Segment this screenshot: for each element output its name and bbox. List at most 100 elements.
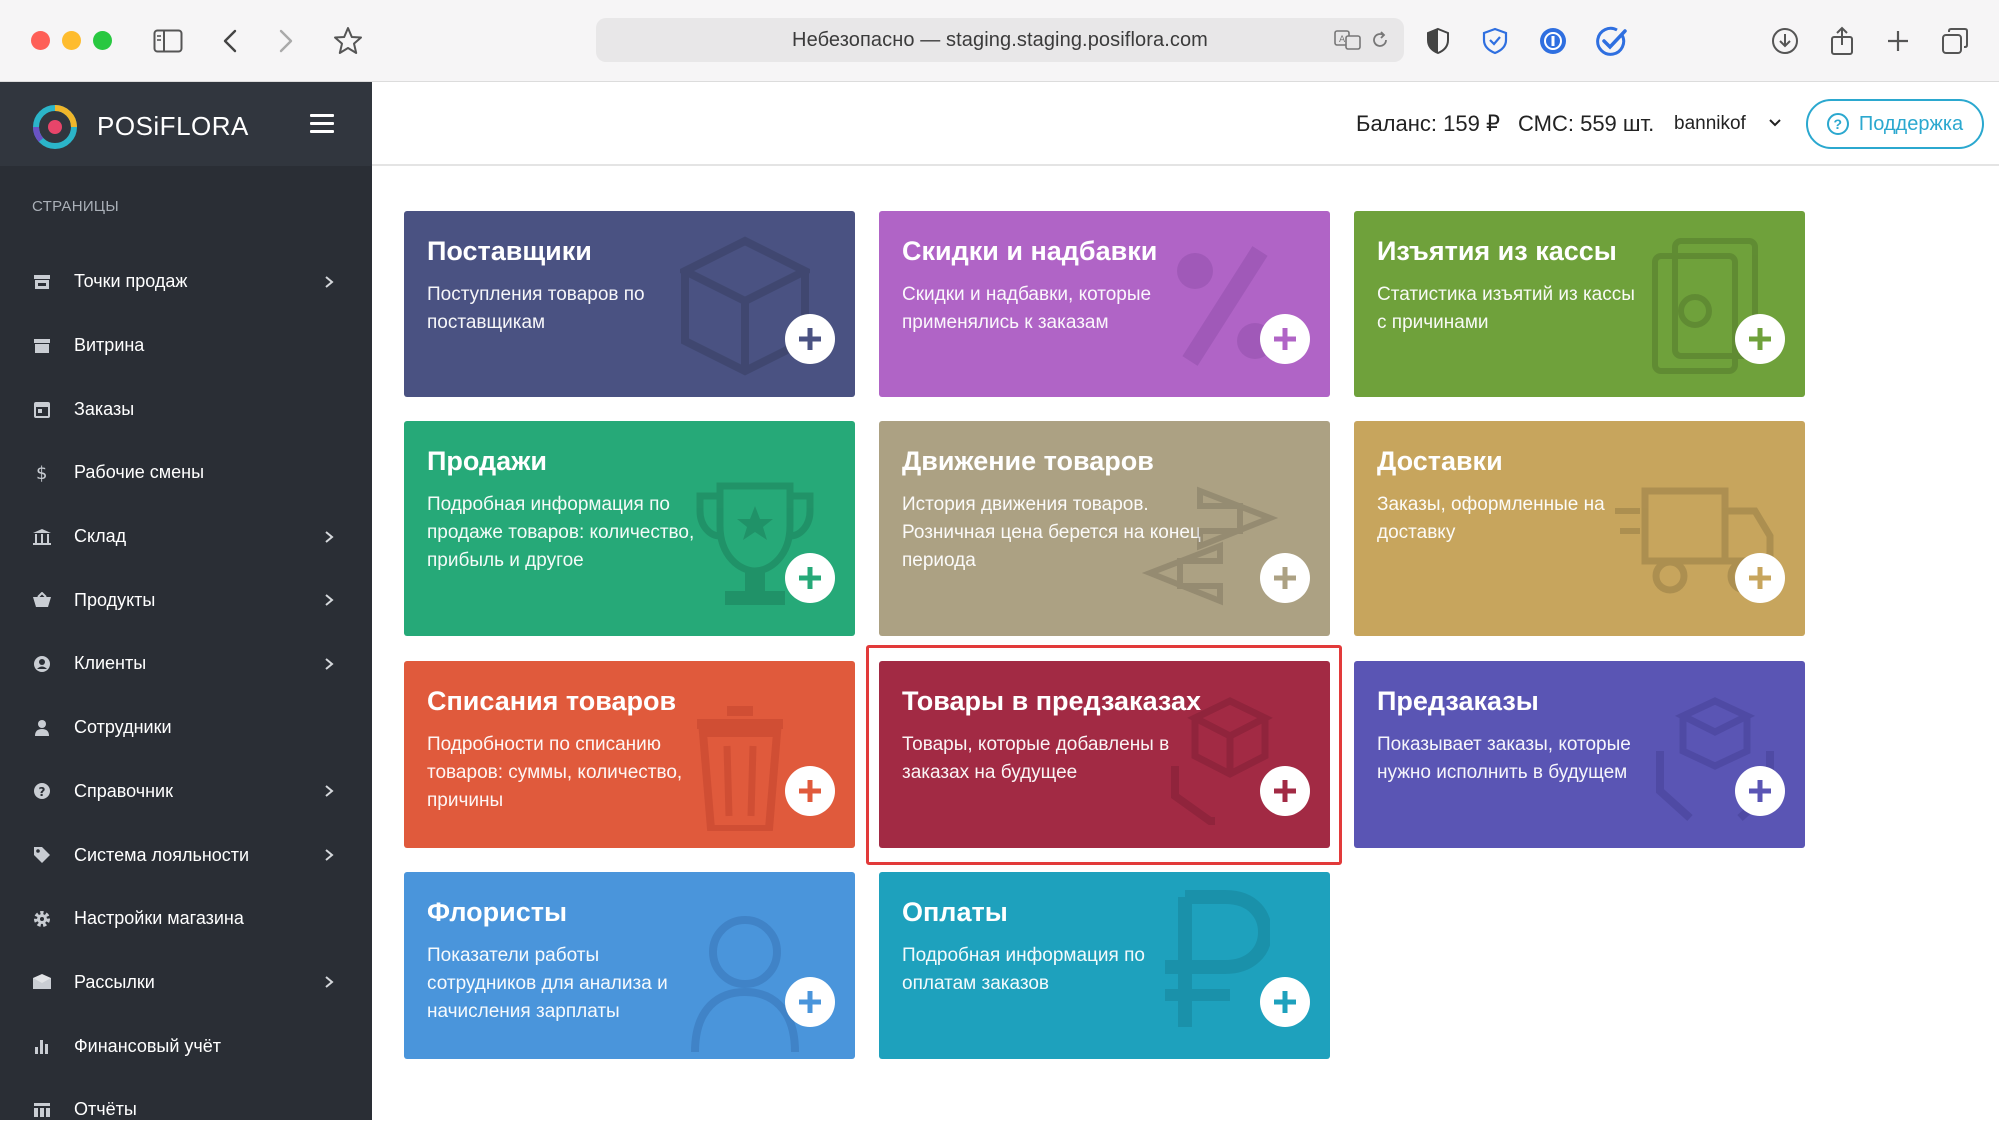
zoom-window-button[interactable] (93, 31, 112, 50)
tab-overview-icon[interactable] (1937, 23, 1973, 59)
translate-icon[interactable]: A (1334, 26, 1362, 54)
card-title: Оплаты (902, 897, 1008, 927)
chevron-right-icon (325, 976, 334, 989)
sidebar-item-orders[interactable]: Заказы (0, 377, 372, 441)
add-button[interactable] (1260, 977, 1310, 1027)
card-description: Поступления товаров по поставщикам (427, 284, 645, 333)
password-manager-icon[interactable] (1535, 23, 1571, 59)
add-button[interactable] (1260, 314, 1310, 364)
card-suppliers[interactable]: Поставщики Поступления товаров по постав… (404, 211, 855, 397)
chevron-right-icon (325, 530, 334, 543)
sidebar-item-warehouse[interactable]: Склад (0, 505, 372, 569)
dollar-icon: $ (32, 463, 52, 483)
reload-icon[interactable] (1366, 26, 1394, 54)
help-icon: ? (1826, 113, 1849, 135)
hamburger-menu-icon[interactable] (310, 114, 334, 134)
card-preorders[interactable]: Предзаказы Показывает заказы, которые ну… (1354, 661, 1805, 848)
basket-icon (32, 590, 52, 610)
add-button[interactable] (1260, 766, 1310, 816)
user-menu[interactable]: bannikof (1674, 113, 1746, 135)
chevron-right-icon (325, 594, 334, 607)
sidebar-item-showcase[interactable]: Витрина (0, 314, 372, 378)
card-description: Статистика изъятий из кассы с причинами (1377, 284, 1635, 333)
logo-text: POSiFLORA (97, 111, 249, 141)
add-button[interactable] (785, 553, 835, 603)
downloads-icon[interactable] (1767, 23, 1803, 59)
svg-text:$: $ (36, 463, 47, 483)
card-description: Подробности по списанию товаров: суммы, … (427, 734, 683, 811)
sidebar-item-clients[interactable]: Клиенты (0, 632, 372, 696)
back-icon[interactable] (212, 23, 248, 59)
client-icon (32, 654, 52, 674)
chevron-right-icon (325, 658, 334, 670)
bookmark-star-icon[interactable] (330, 23, 366, 59)
add-button[interactable] (785, 766, 835, 816)
close-window-button[interactable] (31, 31, 50, 50)
card-title: Предзаказы (1377, 686, 1539, 716)
share-icon[interactable] (1824, 23, 1860, 59)
sidebar-item-label: Финансовый учёт (74, 1035, 222, 1056)
add-button[interactable] (1735, 314, 1785, 364)
card-title: Доставки (1377, 446, 1503, 476)
sidebar-item-shifts[interactable]: $ Рабочие смены (0, 441, 372, 505)
svg-text:A: A (1339, 35, 1346, 45)
plus-icon (1274, 780, 1296, 802)
sidebar-item-mailings[interactable]: Рассылки (0, 951, 372, 1015)
ruble-icon (1165, 890, 1270, 1027)
sidebar-item-finance[interactable]: Финансовый учёт (0, 1014, 372, 1078)
sidebar-item-employees[interactable]: Сотрудники (0, 696, 372, 760)
question-icon: ? (32, 781, 52, 801)
card-title: Изъятия из кассы (1377, 236, 1617, 266)
card-deliveries[interactable]: Доставки Заказы, оформленные на доставку (1354, 421, 1805, 636)
add-button[interactable] (1735, 553, 1785, 603)
sidebar-item-reference[interactable]: ? Справочник (0, 760, 372, 824)
plus-icon (1749, 328, 1771, 350)
card-description: Показывает заказы, которые нужно исполни… (1377, 734, 1631, 783)
card-title: Поставщики (427, 236, 592, 266)
card-title: Движение товаров (902, 446, 1154, 476)
sidebar-item-label: Сотрудники (74, 717, 172, 738)
shield-icon[interactable] (1420, 23, 1456, 59)
sidebar-item-points-of-sale[interactable]: Точки продаж (0, 250, 372, 314)
task-check-icon[interactable] (1593, 23, 1629, 59)
add-button[interactable] (785, 977, 835, 1027)
sidebar-header: POSiFLORA (0, 82, 372, 166)
minimize-window-button[interactable] (62, 31, 81, 50)
bar-chart-icon (32, 1036, 52, 1056)
card-preorder-goods[interactable]: Товары в предзаказах Товары, которые доб… (879, 661, 1330, 848)
card-description: Подробная информация по оплатам заказов (902, 945, 1145, 994)
table-icon (32, 1100, 52, 1120)
password-shield-icon[interactable] (1477, 23, 1513, 59)
support-button[interactable]: ? Поддержка (1806, 99, 1984, 149)
sidebar-item-store-settings[interactable]: Настройки магазина (0, 887, 372, 951)
sidebar-item-label: Рассылки (74, 971, 155, 992)
card-florists[interactable]: Флористы Показатели работы сотрудников д… (404, 872, 855, 1059)
card-cash-withdrawals[interactable]: Изъятия из кассы Статистика изъятий из к… (1354, 211, 1805, 397)
sidebar-item-label: Клиенты (74, 653, 147, 674)
gear-icon (32, 909, 52, 929)
sidebar-item-reports[interactable]: Отчёты (0, 1078, 372, 1142)
showcase-icon (32, 336, 52, 356)
sidebar-item-products[interactable]: Продукты (0, 568, 372, 632)
card-payments[interactable]: Оплаты Подробная информация по оплатам з… (879, 872, 1330, 1059)
card-goods-movement[interactable]: Движение товаров История движения товаро… (879, 421, 1330, 636)
card-title: Скидки и надбавки (902, 236, 1158, 266)
add-button[interactable] (1260, 553, 1310, 603)
add-button[interactable] (1735, 766, 1785, 816)
svg-text:?: ? (39, 785, 46, 799)
plus-icon (1749, 567, 1771, 589)
card-discounts[interactable]: Скидки и надбавки Скидки и надбавки, кот… (879, 211, 1330, 397)
sidebar-item-loyalty[interactable]: Система лояльности (0, 823, 372, 887)
card-title: Продажи (427, 446, 547, 476)
chevron-right-icon (325, 785, 334, 798)
sidebar-toggle-icon[interactable] (150, 23, 186, 59)
add-button[interactable] (785, 314, 835, 364)
card-write-offs[interactable]: Списания товаров Подробности по списанию… (404, 661, 855, 848)
address-bar[interactable]: Небезопасно — staging.staging.posiflora.… (596, 18, 1404, 62)
card-sales[interactable]: Продажи Подробная информация по продаже … (404, 421, 855, 636)
plus-icon (799, 991, 821, 1013)
plus-icon (799, 328, 821, 350)
chevron-down-icon[interactable] (1768, 117, 1782, 129)
forward-icon[interactable] (268, 23, 304, 59)
new-tab-icon[interactable] (1880, 23, 1916, 59)
